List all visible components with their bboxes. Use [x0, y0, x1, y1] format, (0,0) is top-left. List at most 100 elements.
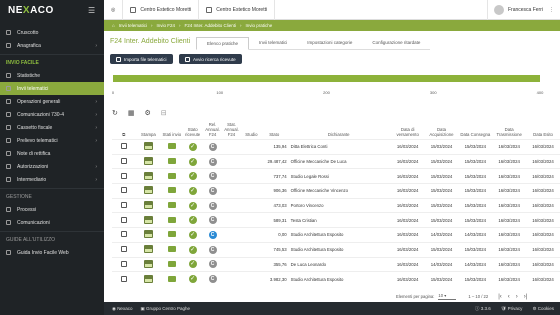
mail-icon[interactable]: [167, 216, 176, 223]
table-row[interactable]: ✓ C 135,94 Ditta Elettrica Conti 16/03/2024 1…: [112, 139, 560, 155]
breadcrumb-item[interactable]: Invio F24: [156, 23, 175, 28]
row-checkbox[interactable]: [120, 260, 127, 267]
print-icon[interactable]: [143, 186, 153, 195]
mail-icon[interactable]: [167, 260, 176, 267]
print-icon[interactable]: [143, 274, 153, 283]
print-icon[interactable]: [143, 142, 153, 151]
sidebar-item-autorizzazioni[interactable]: Autorizzazioni ›: [0, 160, 104, 173]
column-header[interactable]: Stat. Annual. F24: [222, 122, 241, 140]
table-row[interactable]: ✓ C 473,03 Portoro Vincenzo 16/03/2024 15/03/…: [112, 197, 560, 213]
dichiarante-cell: Studio Architettura Esposito: [286, 227, 391, 243]
mail-icon[interactable]: [167, 202, 176, 209]
studio-selector-2[interactable]: Centro Estetico Moretti: [199, 0, 276, 20]
more-vert-icon[interactable]: ⋮: [549, 7, 554, 13]
globe-icon[interactable]: ◎: [104, 0, 124, 20]
column-header[interactable]: Data Esito: [526, 122, 560, 140]
column-header[interactable]: Dichiarante: [287, 122, 391, 140]
column-header[interactable]: Data Consegna: [458, 122, 492, 140]
breadcrumb: ⌂ Invii telematici › Invio F24 › F24 Inter. A…: [104, 20, 560, 31]
tab-elenco-pratiche[interactable]: Elenco pratiche: [196, 37, 250, 50]
row-checkbox[interactable]: [120, 172, 127, 179]
table-row[interactable]: ✓ C 745,53 Studio Architettura Esposito 16/0…: [112, 241, 560, 257]
table-row[interactable]: ✓ C 0,00 Studio Architettura Esposito 16/03/…: [112, 227, 560, 243]
print-icon[interactable]: [143, 215, 153, 224]
column-header[interactable]: Stato: [262, 122, 287, 140]
row-checkbox[interactable]: [120, 246, 127, 253]
hamburger-menu-icon[interactable]: ☰: [88, 6, 95, 15]
refresh-icon[interactable]: ↻: [112, 109, 118, 117]
per-page-select[interactable]: 10 ▾: [438, 293, 457, 300]
mail-icon[interactable]: [167, 172, 176, 179]
mail-icon[interactable]: [167, 275, 176, 282]
sidebar-item-note-di-rettifica[interactable]: Note di rettifica: [0, 147, 104, 160]
mail-icon[interactable]: [167, 158, 176, 165]
sidebar-item-comunicazioni[interactable]: Comunicazioni: [0, 216, 104, 229]
sidebar-item-prelievo-telematici[interactable]: Prelievo telematici ›: [0, 134, 104, 147]
sidebar-item-guida-invio-facile-web[interactable]: Guida Invio Facile Web: [0, 246, 104, 259]
column-header[interactable]: Data di versamento: [391, 122, 425, 140]
next-page-icon[interactable]: ›: [516, 294, 518, 300]
privacy-link[interactable]: 🛡 Privacy: [501, 306, 523, 312]
sidebar-item-invii-telematici[interactable]: Invii telematici: [0, 82, 104, 95]
select-all-icon[interactable]: ⧉: [112, 122, 135, 140]
print-icon[interactable]: [143, 230, 153, 239]
column-header[interactable]: Data Trasmissione: [492, 122, 526, 140]
table-row[interactable]: ✓ C 589,31 Testa Cristian 16/03/2024 15/03/20…: [112, 212, 560, 228]
sidebar-item-comunicazioni-730-4[interactable]: Comunicazioni 730-4 ›: [0, 108, 104, 121]
column-header[interactable]: Data Acquisizione: [425, 122, 459, 140]
import-telematici-button[interactable]: Importa file telematici: [110, 54, 173, 64]
print-icon[interactable]: [143, 245, 153, 254]
last-page-icon[interactable]: ›|: [524, 294, 528, 300]
row-checkbox[interactable]: [120, 202, 127, 209]
table-row[interactable]: ✓ C 737,74 Studio Legale Rossi 16/03/2024 15/…: [112, 168, 560, 184]
grid-icon[interactable]: ▦: [128, 109, 135, 117]
row-checkbox[interactable]: [120, 158, 127, 165]
sidebar-item-processi[interactable]: Processi: [0, 203, 104, 216]
mail-icon[interactable]: [167, 246, 176, 253]
sidebar-item-operazioni-generali[interactable]: Operazioni generali ›: [0, 95, 104, 108]
user-menu[interactable]: Francesca Ferri ⋮: [486, 0, 560, 20]
sidebar-item-anagrafica[interactable]: Anagrafica ›: [0, 39, 104, 52]
ricerca-ricevute-button[interactable]: Avvio ricerca ricevute: [179, 54, 242, 64]
print-icon[interactable]: [143, 201, 153, 210]
studio-selector-1[interactable]: Centro Estetico Moretti: [123, 0, 200, 20]
breadcrumb-item[interactable]: F24 Inter. Addebito Clienti: [185, 23, 237, 28]
sidebar-item-cruscotto[interactable]: Cruscotto: [0, 26, 104, 39]
table-row[interactable]: ✓ C 29.487,42 Officine Meccaniche De Luca 16…: [112, 153, 560, 169]
tab-configurazione-ritardate[interactable]: Configurazione ritardate: [362, 37, 431, 50]
column-header[interactable]: Studio: [241, 122, 262, 140]
print-icon[interactable]: [143, 171, 153, 180]
row-checkbox[interactable]: [120, 275, 127, 282]
mail-icon[interactable]: [167, 143, 176, 150]
column-header[interactable]: Rel. Annual. F24: [203, 122, 222, 140]
sidebar-item-cassetto-fiscale[interactable]: Cassetto fiscale ›: [0, 121, 104, 134]
breadcrumb-item[interactable]: Invii telematici: [119, 23, 147, 28]
row-checkbox[interactable]: [120, 231, 127, 238]
settings-icon[interactable]: ⚙: [145, 109, 151, 117]
column-header[interactable]: Stati invio: [161, 122, 182, 140]
progress-ticks: 0 100 200 300 400: [112, 90, 543, 96]
building-icon: [130, 6, 137, 13]
tab-invii-telematici[interactable]: Invii telematici: [249, 37, 298, 50]
first-page-icon[interactable]: |‹: [498, 294, 502, 300]
print-icon[interactable]: [143, 259, 153, 268]
sidebar-item-intermediario[interactable]: Intermediario ›: [0, 173, 104, 186]
table-row[interactable]: ✓ C 355,76 De Luca Leonardo 16/03/2024 14/03/…: [112, 256, 560, 272]
table-row[interactable]: ✓ C 906,36 Officine Meccaniche Vincenzo 16/0…: [112, 183, 560, 199]
column-header[interactable]: Stato ricevute: [182, 122, 203, 140]
breadcrumb-item[interactable]: ⌂: [112, 23, 115, 28]
print-icon[interactable]: [143, 157, 153, 166]
filter-icon[interactable]: ⊟: [161, 109, 167, 117]
row-checkbox[interactable]: [120, 143, 127, 150]
table-row[interactable]: ✓ C 3.982,30 Studio Architettura Esposito 16…: [112, 271, 560, 287]
column-header[interactable]: Stampa: [135, 122, 161, 140]
sidebar-item-statistiche[interactable]: Statistiche: [0, 69, 104, 82]
breadcrumb-item[interactable]: Invio pratiche: [246, 23, 273, 28]
row-checkbox[interactable]: [120, 187, 127, 194]
prev-page-icon[interactable]: ‹: [508, 294, 510, 300]
mail-icon[interactable]: [167, 231, 176, 238]
tab-impostazioni-categorie[interactable]: Impostazioni categorie: [297, 37, 363, 50]
row-checkbox[interactable]: [120, 216, 127, 223]
cookies-link[interactable]: ⚙ Cookies: [532, 306, 554, 312]
mail-icon[interactable]: [167, 187, 176, 194]
